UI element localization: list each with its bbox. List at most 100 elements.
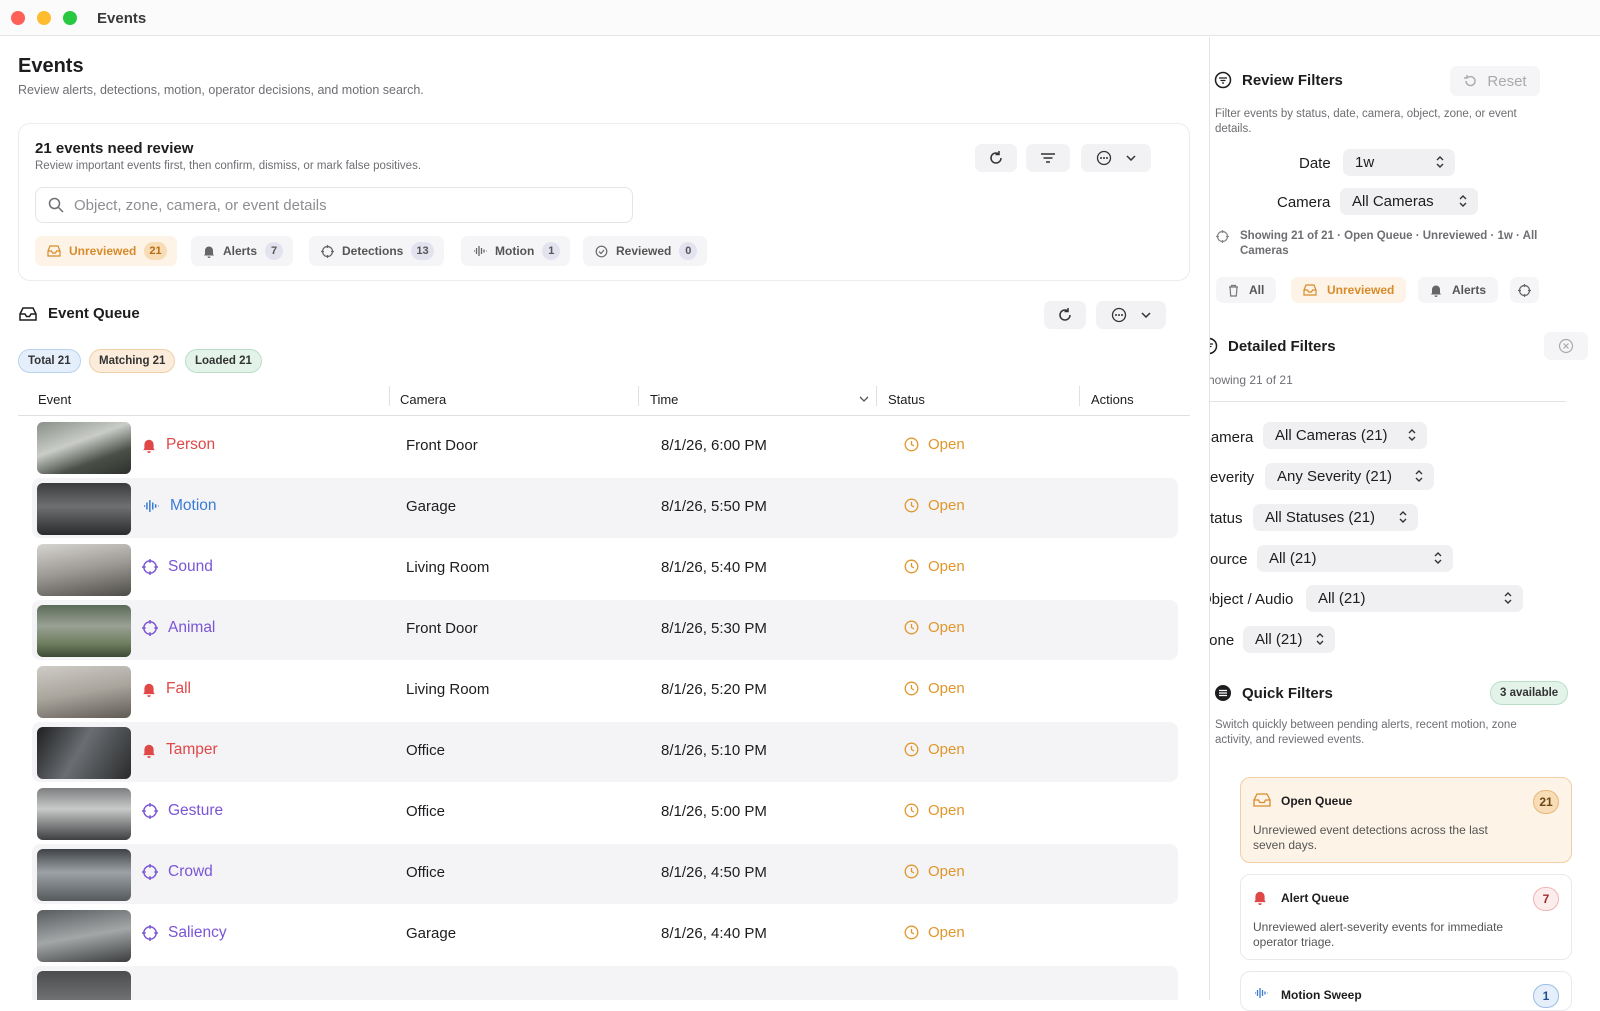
- table-row[interactable]: Crowd Office 8/1/26, 4:50 PM Open: [32, 844, 1178, 904]
- table-row[interactable]: Animal Front Door 8/1/26, 5:30 PM Open: [32, 600, 1178, 660]
- event-label: Sound: [168, 558, 213, 575]
- table-row[interactable]: Sound Living Room 8/1/26, 5:40 PM Open: [32, 539, 1178, 599]
- event-type[interactable]: Motion: [142, 497, 217, 515]
- event-thumbnail[interactable]: [37, 788, 131, 840]
- table-row[interactable]: Saliency Garage 8/1/26, 4:40 PM Open: [32, 905, 1178, 965]
- queue-more-menu-button[interactable]: [1096, 301, 1166, 329]
- event-type[interactable]: Saliency: [142, 924, 227, 942]
- event-status: Open: [904, 558, 965, 575]
- clear-filters-button[interactable]: [1544, 332, 1588, 360]
- clock-arrow-icon: [904, 803, 919, 818]
- event-camera: Office: [406, 864, 445, 881]
- minimize-window-button[interactable]: [37, 11, 51, 25]
- chip-motion[interactable]: Motion 1: [461, 236, 571, 266]
- crosshair-icon: [142, 925, 158, 941]
- more-menu-button[interactable]: [1081, 144, 1151, 172]
- clock-arrow-icon: [904, 742, 919, 757]
- status-label: Open: [928, 619, 965, 636]
- event-status: Open: [904, 924, 965, 941]
- column-status[interactable]: Status: [888, 392, 925, 407]
- crosshair-icon: [142, 620, 158, 636]
- chip-alerts[interactable]: Alerts 7: [191, 236, 294, 266]
- select-value: Any Severity (21): [1277, 468, 1393, 485]
- event-thumbnail[interactable]: [37, 422, 131, 474]
- event-thumbnail[interactable]: [37, 727, 131, 779]
- status-label: Open: [928, 436, 965, 453]
- chip-unreviewed[interactable]: Unreviewed 21: [35, 236, 177, 266]
- event-type[interactable]: Sound: [142, 558, 213, 576]
- table-row[interactable]: Fall Living Room 8/1/26, 5:20 PM Open: [32, 661, 1178, 721]
- sort-chevron-icon[interactable]: [859, 396, 869, 402]
- camera-select[interactable]: All Cameras: [1340, 188, 1478, 215]
- filter-button[interactable]: [1026, 144, 1070, 172]
- df-zone-select[interactable]: All (21): [1243, 626, 1335, 653]
- matching-pill: Matching 21: [89, 349, 176, 373]
- column-camera[interactable]: Camera: [400, 392, 446, 407]
- reset-button[interactable]: Reset: [1450, 66, 1540, 96]
- filter-chip-alerts[interactable]: Alerts: [1418, 277, 1499, 303]
- column-event[interactable]: Event: [38, 392, 71, 407]
- chip-detections[interactable]: Detections 13: [309, 236, 444, 266]
- queue-refresh-button[interactable]: [1044, 301, 1086, 329]
- camera-label: Camera: [1277, 194, 1331, 211]
- refresh-button[interactable]: [975, 144, 1017, 172]
- date-select[interactable]: 1w: [1343, 149, 1455, 176]
- event-thumbnail[interactable]: [37, 483, 131, 535]
- event-type[interactable]: Fall: [142, 680, 191, 698]
- select-value: All Cameras (21): [1275, 427, 1388, 444]
- event-thumbnail[interactable]: [37, 544, 131, 596]
- event-type[interactable]: Gesture: [142, 802, 223, 820]
- select-value: All (21): [1269, 550, 1317, 567]
- quick-filters-header: Quick Filters: [1214, 684, 1333, 702]
- quick-filter-open-queue[interactable]: Open Queue 21 Unreviewed event detection…: [1240, 777, 1572, 863]
- event-type[interactable]: Animal: [142, 619, 215, 637]
- column-time[interactable]: Time: [650, 392, 678, 407]
- chip-reviewed[interactable]: Reviewed 0: [583, 236, 708, 266]
- bell-icon: [1254, 891, 1266, 905]
- page-subtitle: Review alerts, detections, motion, opera…: [18, 83, 424, 97]
- event-type[interactable]: Tamper: [142, 741, 218, 759]
- table-row[interactable]: Person Front Door 8/1/26, 6:00 PM Open: [32, 417, 1178, 477]
- reset-icon: [1464, 75, 1477, 87]
- quick-filters-desc: Switch quickly between pending alerts, r…: [1215, 719, 1517, 746]
- chip-label: Detections: [342, 244, 404, 258]
- event-queue-header: Event Queue: [18, 305, 140, 322]
- table-row[interactable]: Tamper Office 8/1/26, 5:10 PM Open: [32, 722, 1178, 782]
- event-thumbnail[interactable]: [37, 849, 131, 901]
- table-row[interactable]: Motion Garage 8/1/26, 5:50 PM Open: [32, 478, 1178, 538]
- df-object-select[interactable]: All (21): [1306, 585, 1523, 612]
- divider: [1210, 401, 1566, 402]
- event-status: Open: [904, 863, 965, 880]
- filter-chip-unreviewed[interactable]: Unreviewed: [1291, 277, 1407, 303]
- df-source-select[interactable]: All (21): [1257, 545, 1453, 572]
- event-thumbnail[interactable]: [37, 971, 131, 1000]
- event-status: Open: [904, 436, 965, 453]
- bell-icon: [1431, 285, 1441, 297]
- status-label: Open: [928, 741, 965, 758]
- df-severity-select[interactable]: Any Severity (21): [1265, 463, 1434, 490]
- search-input[interactable]: Object, zone, camera, or event details: [35, 187, 633, 223]
- table-row[interactable]: Gesture Office 8/1/26, 5:00 PM Open: [32, 783, 1178, 843]
- event-thumbnail[interactable]: [37, 910, 131, 962]
- review-filters-desc: Filter events by status, date, camera, o…: [1215, 108, 1517, 135]
- crosshair-icon: [1518, 283, 1531, 297]
- filter-chip-all[interactable]: All: [1216, 277, 1277, 303]
- waveform-icon: [144, 500, 159, 512]
- event-thumbnail[interactable]: [37, 605, 131, 657]
- close-window-button[interactable]: [11, 11, 25, 25]
- quick-filter-alert-queue[interactable]: Alert Queue 7 Unreviewed alert-severity …: [1240, 874, 1572, 960]
- df-status-select[interactable]: All Statuses (21): [1253, 504, 1418, 531]
- status-label: Open: [928, 863, 965, 880]
- filter-chip-detections[interactable]: [1510, 277, 1539, 303]
- quick-filter-motion-sweep[interactable]: Motion Sweep 1: [1240, 971, 1572, 1011]
- event-type[interactable]: Crowd: [142, 863, 213, 881]
- event-type[interactable]: Person: [142, 436, 215, 454]
- df-camera-select[interactable]: All Cameras (21): [1263, 422, 1427, 449]
- updown-chevron-icon: [1436, 156, 1444, 168]
- chip-label: All: [1249, 283, 1265, 297]
- quick-filter-title: Open Queue: [1281, 794, 1353, 808]
- table-row[interactable]: [32, 966, 1178, 1000]
- event-thumbnail[interactable]: [37, 666, 131, 718]
- chip-label: Unreviewed: [1327, 283, 1395, 297]
- zoom-window-button[interactable]: [63, 11, 77, 25]
